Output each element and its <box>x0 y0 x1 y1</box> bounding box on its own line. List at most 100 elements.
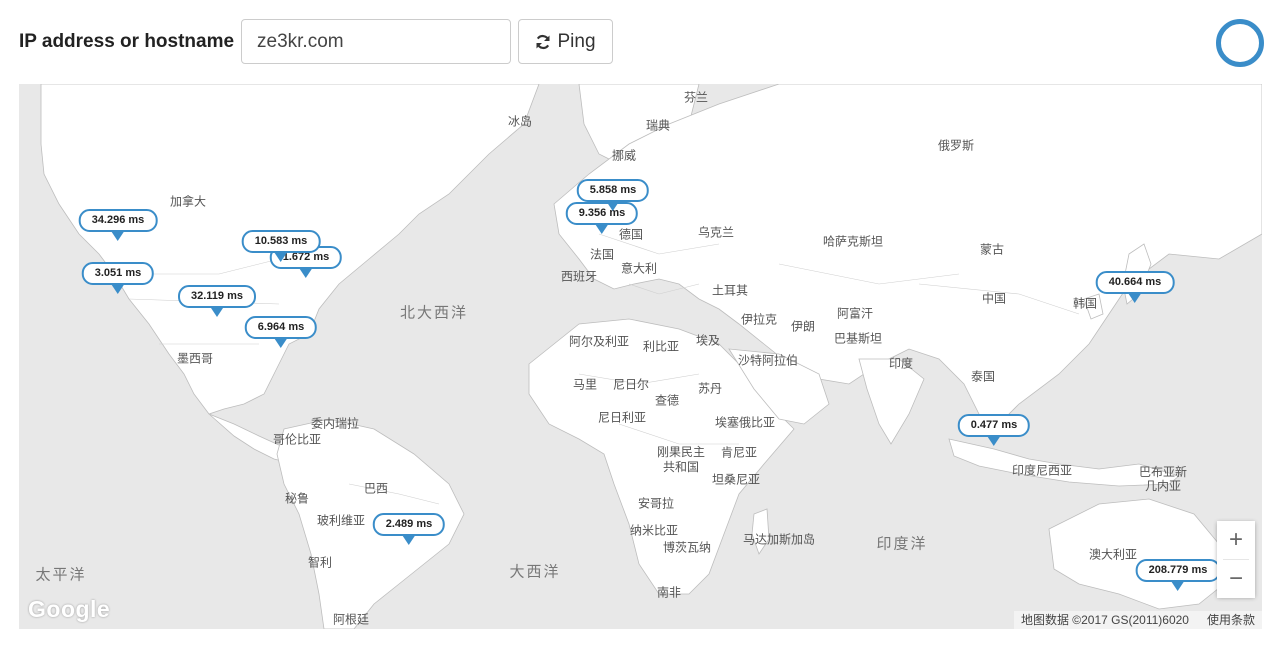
latency-value: 32.119 ms <box>178 285 256 308</box>
ping-result-marker[interactable]: 208.779 ms <box>1135 559 1221 591</box>
country-label: 伊朗 <box>790 319 816 334</box>
latency-value: 5.858 ms <box>576 179 650 202</box>
country-label: 法国 <box>589 247 615 262</box>
country-label: 哈萨克斯坦 <box>822 234 884 249</box>
country-label: 刚果民主 共和国 <box>656 445 706 474</box>
marker-pointer-icon <box>1172 582 1184 591</box>
latency-value: 10.583 ms <box>241 230 321 253</box>
country-label: 马里 <box>572 377 598 392</box>
country-label: 沙特阿拉伯 <box>737 353 799 368</box>
terms-link[interactable]: 使用条款 <box>1207 611 1255 629</box>
marker-pointer-icon <box>274 253 287 262</box>
map-attribution: 地图数据 ©2017 GS(2011)6020 使用条款 <box>1013 611 1262 629</box>
marker-pointer-icon <box>595 225 608 234</box>
country-label: 冰岛 <box>507 114 533 129</box>
country-label: 韩国 <box>1072 296 1098 311</box>
zoom-out-button[interactable]: − <box>1217 560 1255 598</box>
ping-result-marker[interactable]: 5.858 ms <box>576 179 650 211</box>
country-label: 马达加斯加岛 <box>742 532 816 547</box>
latency-value: 3.051 ms <box>81 262 155 285</box>
country-label: 坦桑尼亚 <box>711 472 761 487</box>
country-label: 哥伦比亚 <box>272 432 322 447</box>
country-label: 意大利 <box>620 261 658 276</box>
ping-result-marker[interactable]: 6.964 ms <box>244 316 318 348</box>
latency-value: 0.477 ms <box>957 414 1031 437</box>
marker-pointer-icon <box>402 536 415 545</box>
refresh-icon <box>535 34 551 50</box>
country-label: 阿富汗 <box>836 306 874 321</box>
ping-result-marker[interactable]: 34.296 ms <box>78 209 158 241</box>
country-label: 阿尔及利亚 <box>568 334 630 349</box>
country-label: 纳米比亚 <box>629 523 679 538</box>
country-label: 巴布亚新 几内亚 <box>1138 465 1188 493</box>
country-label: 安哥拉 <box>637 496 675 511</box>
country-label: 阿根廷 <box>332 612 370 627</box>
latency-value: 34.296 ms <box>78 209 158 232</box>
country-label: 利比亚 <box>642 339 680 354</box>
zoom-in-button[interactable]: + <box>1217 521 1255 559</box>
country-label: 玻利维亚 <box>316 513 366 528</box>
ping-toolbar: IP address or hostname Ping <box>0 0 1280 84</box>
marker-pointer-icon <box>987 437 1000 446</box>
country-label: 印度 <box>888 356 914 371</box>
country-label: 中国 <box>981 291 1007 306</box>
latency-value: 2.489 ms <box>372 513 446 536</box>
country-label: 尼日尔 <box>612 377 650 392</box>
ocean-label: 大西洋 <box>509 563 561 581</box>
country-label: 墨西哥 <box>176 351 214 366</box>
loading-spinner-icon <box>1216 19 1264 67</box>
country-label: 西班牙 <box>560 269 598 284</box>
ping-result-marker[interactable]: 10.583 ms <box>241 230 321 262</box>
country-label: 埃及 <box>695 333 721 348</box>
country-label: 泰国 <box>970 369 996 384</box>
world-map[interactable]: 北大西洋 大西洋 太平洋 印度洋 芬兰 冰岛 瑞典 挪威 俄罗斯 加拿大 德国 … <box>19 84 1262 629</box>
latency-value: 208.779 ms <box>1135 559 1221 582</box>
country-label: 秘鲁 <box>284 491 310 506</box>
map-data-credit: 地图数据 ©2017 GS(2011)6020 <box>1020 613 1189 627</box>
host-label: IP address or hostname <box>19 31 235 52</box>
ocean-label: 印度洋 <box>876 535 928 553</box>
ping-result-marker[interactable]: 3.051 ms <box>81 262 155 294</box>
country-label: 巴基斯坦 <box>833 331 883 346</box>
country-label: 俄罗斯 <box>937 138 975 153</box>
country-label: 埃塞俄比亚 <box>714 415 776 430</box>
country-label: 苏丹 <box>697 381 723 396</box>
marker-pointer-icon <box>274 339 287 348</box>
ping-button[interactable]: Ping <box>518 19 613 64</box>
google-logo: Google <box>28 596 111 622</box>
country-label: 乌克兰 <box>697 225 735 240</box>
country-label: 挪威 <box>611 148 637 163</box>
marker-pointer-icon <box>299 269 312 278</box>
ping-result-marker[interactable]: 40.664 ms <box>1095 271 1175 303</box>
host-input[interactable] <box>241 19 511 64</box>
zoom-controls: + − <box>1217 521 1255 598</box>
marker-pointer-icon <box>211 308 223 317</box>
country-label: 肯尼亚 <box>720 445 758 460</box>
country-label: 智利 <box>307 555 333 570</box>
ocean-label: 北大西洋 <box>399 304 469 322</box>
country-label: 加拿大 <box>169 194 207 209</box>
country-label: 印度尼西亚 <box>1011 463 1073 478</box>
country-label: 尼日利亚 <box>597 410 647 425</box>
marker-pointer-icon <box>606 202 619 211</box>
marker-pointer-icon <box>111 232 124 241</box>
country-label: 土耳其 <box>711 283 749 298</box>
ping-result-marker[interactable]: 0.477 ms <box>957 414 1031 446</box>
marker-pointer-icon <box>111 285 124 294</box>
country-label: 南非 <box>656 585 682 600</box>
latency-value: 6.964 ms <box>244 316 318 339</box>
country-label: 蒙古 <box>979 242 1005 257</box>
ping-result-marker[interactable]: 2.489 ms <box>372 513 446 545</box>
latency-value: 40.664 ms <box>1095 271 1175 294</box>
ping-result-marker[interactable]: 32.119 ms <box>178 285 256 317</box>
country-label: 伊拉克 <box>740 312 778 327</box>
country-label: 委内瑞拉 <box>310 416 360 431</box>
country-label: 瑞典 <box>645 118 671 133</box>
country-label: 博茨瓦纳 <box>662 540 712 555</box>
country-label: 巴西 <box>363 481 389 496</box>
marker-pointer-icon <box>1128 294 1141 303</box>
country-label: 澳大利亚 <box>1088 547 1138 562</box>
country-label: 芬兰 <box>683 90 709 105</box>
ocean-label: 太平洋 <box>35 566 87 584</box>
ping-label: Ping <box>557 30 596 52</box>
